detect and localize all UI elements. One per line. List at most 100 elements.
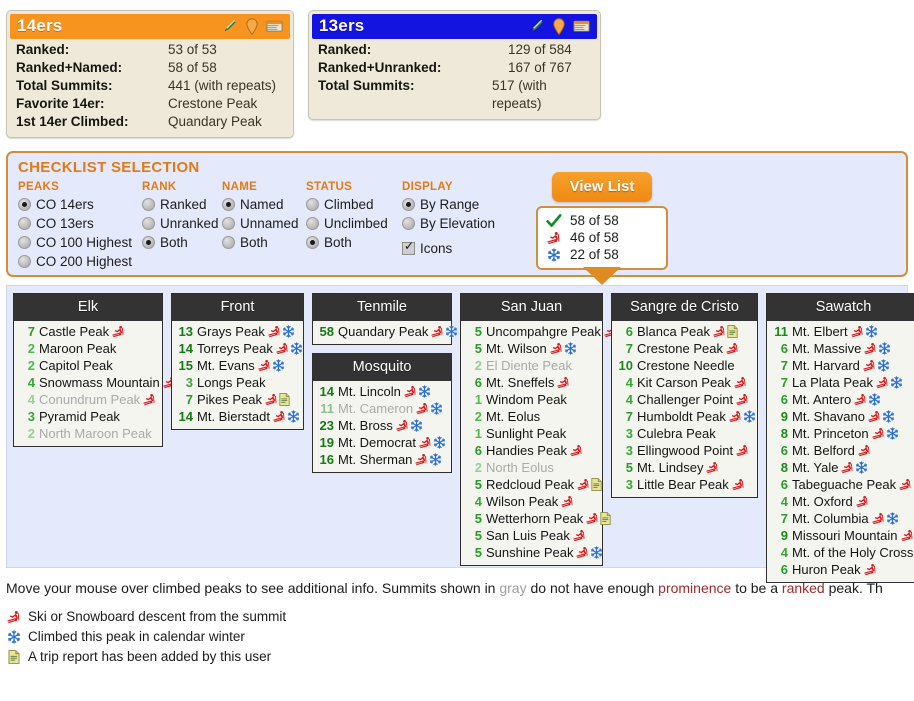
option-icons[interactable]: Icons xyxy=(402,239,510,258)
peak-row[interactable]: 3 Ellingwood Point xyxy=(616,442,753,459)
option-unranked[interactable]: Unranked xyxy=(142,214,222,233)
peak-row[interactable]: 5 Redcloud Peak xyxy=(465,476,602,493)
peak-row[interactable]: 3 Culebra Peak xyxy=(616,425,753,442)
peak-row[interactable]: 2 El Diente Peak xyxy=(465,357,598,374)
peak-row[interactable]: 11 Mt. Cameron xyxy=(317,400,447,417)
radio-control[interactable] xyxy=(18,217,31,230)
peak-row[interactable]: 10 Crestone Needle xyxy=(616,357,753,374)
option-co-200-highest[interactable]: CO 200 Highest xyxy=(18,252,142,271)
radio-control[interactable] xyxy=(222,198,235,211)
peak-row[interactable]: 11 Mt. Elbert xyxy=(771,323,914,340)
radio-control[interactable] xyxy=(402,217,415,230)
peak-row[interactable]: 6 Mt. Antero xyxy=(771,391,914,408)
option-unnamed[interactable]: Unnamed xyxy=(222,214,306,233)
option-both[interactable]: Both xyxy=(142,233,222,252)
radio-control[interactable] xyxy=(306,217,319,230)
peak-row[interactable]: 6 Blanca Peak xyxy=(616,323,753,340)
peak-row[interactable]: 14 Torreys Peak xyxy=(176,340,302,357)
peak-row[interactable]: 6 Mt. Sneffels xyxy=(465,374,598,391)
option-ranked[interactable]: Ranked xyxy=(142,195,222,214)
peak-row[interactable]: 6 Handies Peak xyxy=(465,442,598,459)
peak-row[interactable]: 1 Sunlight Peak xyxy=(465,425,598,442)
option-by-range[interactable]: By Range xyxy=(402,195,510,214)
peak-summit-count: 6 xyxy=(474,443,482,458)
pencil-icon[interactable] xyxy=(222,18,238,34)
option-both[interactable]: Both xyxy=(222,233,306,252)
peak-row[interactable]: 4 Mt. of the Holy Cross xyxy=(771,544,914,561)
peak-row[interactable]: 7 Mt. Harvard xyxy=(771,357,914,374)
map-pin-icon[interactable] xyxy=(552,17,566,35)
peak-row[interactable]: 13 Grays Peak xyxy=(176,323,299,340)
radio-control[interactable] xyxy=(222,217,235,230)
peak-row[interactable]: 4 Snowmass Mountain xyxy=(18,374,175,391)
peak-row[interactable]: 2 Mt. Eolus xyxy=(465,408,598,425)
peak-row[interactable]: 15 Mt. Evans xyxy=(176,357,299,374)
peak-row[interactable]: 3 Longs Peak xyxy=(176,374,299,391)
peak-row[interactable]: 5 San Luis Peak xyxy=(465,527,598,544)
peak-row[interactable]: 2 Maroon Peak xyxy=(18,340,158,357)
peak-row[interactable]: 7 Crestone Peak xyxy=(616,340,753,357)
peak-row[interactable]: 3 Pyramid Peak xyxy=(18,408,158,425)
peak-row[interactable]: 16 Mt. Sherman xyxy=(317,451,447,468)
option-by-elevation[interactable]: By Elevation xyxy=(402,214,510,233)
peak-row[interactable]: 14 Mt. Lincoln xyxy=(317,383,447,400)
radio-control[interactable] xyxy=(142,217,155,230)
radio-control[interactable] xyxy=(222,236,235,249)
peak-row[interactable]: 6 Huron Peak xyxy=(771,561,914,578)
peak-row[interactable]: 6 Mt. Belford xyxy=(771,442,914,459)
peak-row[interactable]: 7 Mt. Columbia xyxy=(771,510,914,527)
option-named[interactable]: Named xyxy=(222,195,306,214)
peak-row[interactable]: 4 Kit Carson Peak xyxy=(616,374,753,391)
radio-control[interactable] xyxy=(18,236,31,249)
peak-row[interactable]: 2 Capitol Peak xyxy=(18,357,158,374)
peak-row[interactable]: 23 Mt. Bross xyxy=(317,417,447,434)
peak-row[interactable]: 4 Conundrum Peak xyxy=(18,391,158,408)
radio-control[interactable] xyxy=(306,198,319,211)
peak-row[interactable]: 5 Uncompahgre Peak xyxy=(465,323,616,340)
peak-row[interactable]: 2 North Eolus xyxy=(465,459,598,476)
peak-row[interactable]: 4 Wilson Peak xyxy=(465,493,598,510)
radio-control[interactable] xyxy=(142,236,155,249)
peak-row[interactable]: 4 Mt. Oxford xyxy=(771,493,914,510)
peak-row[interactable]: 3 Little Bear Peak xyxy=(616,476,753,493)
radio-control[interactable] xyxy=(142,198,155,211)
peak-row[interactable]: 5 Mt. Wilson xyxy=(465,340,598,357)
option-unclimbed[interactable]: Unclimbed xyxy=(306,214,402,233)
peak-row[interactable]: 19 Mt. Democrat xyxy=(317,434,447,451)
footer-note-part[interactable]: prominence xyxy=(658,580,731,596)
peak-row[interactable]: 2 North Maroon Peak xyxy=(18,425,158,442)
peak-row[interactable]: 5 Wetterhorn Peak xyxy=(465,510,611,527)
map-pin-icon[interactable] xyxy=(245,17,259,35)
peak-row[interactable]: 7 Pikes Peak xyxy=(176,391,299,408)
peak-row[interactable]: 9 Mt. Shavano xyxy=(771,408,914,425)
peak-row[interactable]: 4 Challenger Point xyxy=(616,391,753,408)
peak-row[interactable]: 7 Humboldt Peak xyxy=(616,408,755,425)
peak-row[interactable]: 9 Missouri Mountain xyxy=(771,527,914,544)
option-co-100-highest[interactable]: CO 100 Highest xyxy=(18,233,142,252)
radio-control[interactable] xyxy=(306,236,319,249)
radio-control[interactable] xyxy=(18,198,31,211)
pencil-icon[interactable] xyxy=(529,18,545,34)
peak-row[interactable]: 8 Mt. Yale xyxy=(771,459,914,476)
peak-row[interactable]: 8 Mt. Princeton xyxy=(771,425,914,442)
peak-row[interactable]: 7 Castle Peak xyxy=(18,323,158,340)
peak-row[interactable]: 58 Quandary Peak xyxy=(317,323,458,340)
option-both[interactable]: Both xyxy=(306,233,402,252)
peak-row[interactable]: 5 Sunshine Peak xyxy=(465,544,603,561)
radio-control[interactable] xyxy=(402,198,415,211)
card-icon[interactable] xyxy=(573,19,590,33)
peak-row[interactable]: 14 Mt. Bierstadt xyxy=(176,408,299,425)
option-co-13ers[interactable]: CO 13ers xyxy=(18,214,142,233)
footer-note-part[interactable]: ranked xyxy=(782,580,825,596)
peak-row[interactable]: 7 La Plata Peak xyxy=(771,374,914,391)
peak-row[interactable]: 6 Tabeguache Peak xyxy=(771,476,914,493)
radio-control[interactable] xyxy=(18,255,31,268)
option-co-14ers[interactable]: CO 14ers xyxy=(18,195,142,214)
peak-row[interactable]: 6 Mt. Massive xyxy=(771,340,914,357)
checkbox-control[interactable] xyxy=(402,241,415,255)
option-climbed[interactable]: Climbed xyxy=(306,195,402,214)
view-list-button[interactable]: View List xyxy=(551,172,653,202)
peak-row[interactable]: 1 Windom Peak xyxy=(465,391,598,408)
card-icon[interactable] xyxy=(266,19,283,33)
peak-row[interactable]: 5 Mt. Lindsey xyxy=(616,459,753,476)
